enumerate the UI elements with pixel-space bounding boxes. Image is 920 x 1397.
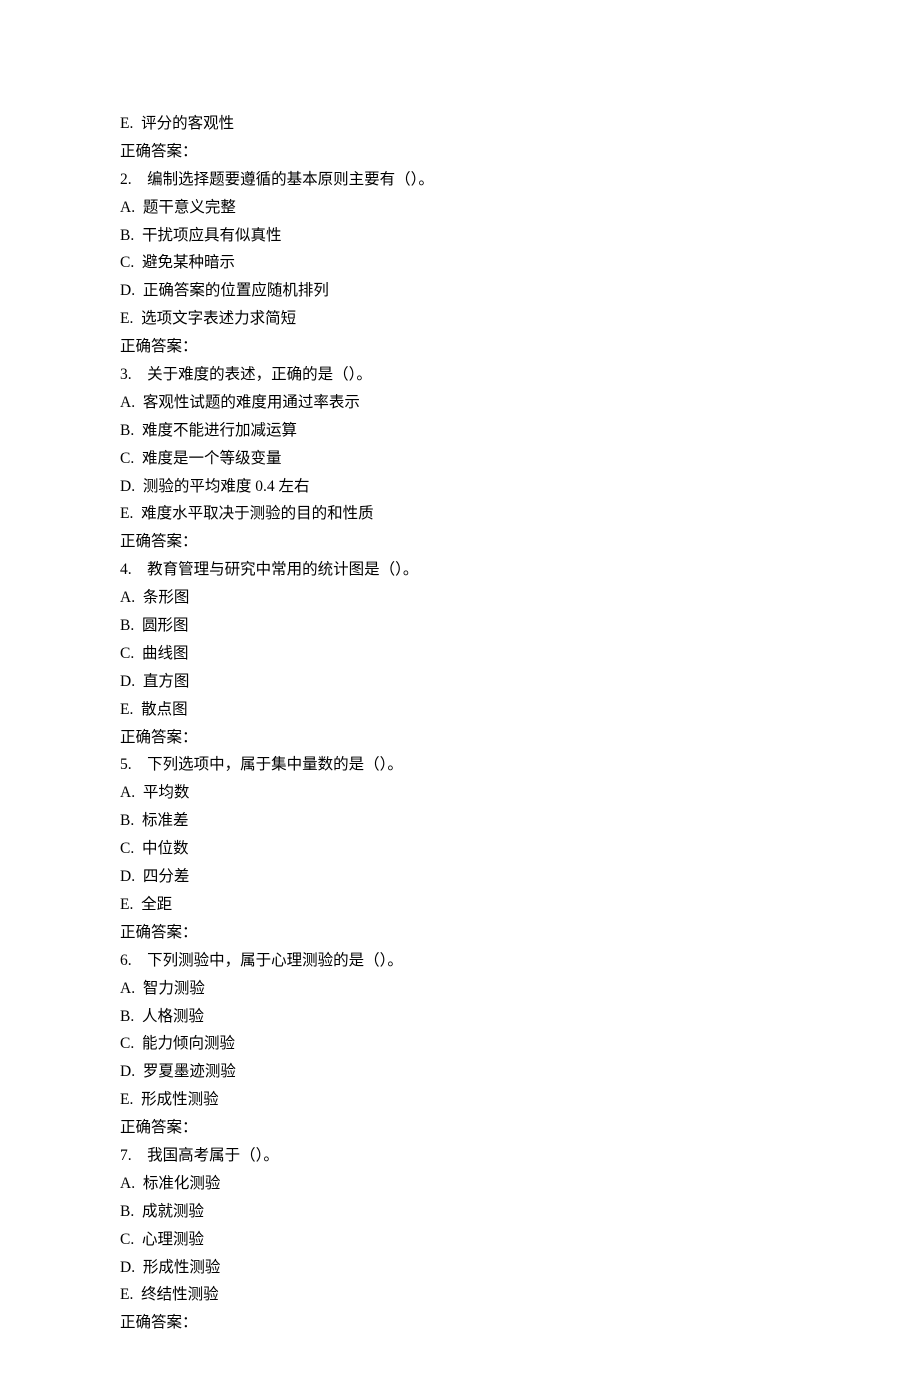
option: E. 全距 — [120, 891, 800, 919]
fragment-option-e: E. 评分的客观性 — [120, 110, 800, 138]
question-number: 5. — [120, 756, 132, 773]
question-number: 6. — [120, 952, 132, 969]
answer-label: 正确答案： — [120, 333, 800, 361]
option: D. 直方图 — [120, 668, 800, 696]
document-page: E. 评分的客观性 正确答案： 2. 编制选择题要遵循的基本原则主要有（）。 A… — [0, 0, 920, 1397]
question-6: 6. 下列测验中，属于心理测验的是（）。 — [120, 947, 800, 975]
question-5: 5. 下列选项中，属于集中量数的是（）。 — [120, 751, 800, 779]
option: A. 客观性试题的难度用通过率表示 — [120, 389, 800, 417]
question-text: 下列测验中，属于心理测验的是（）。 — [147, 952, 403, 969]
option: E. 形成性测验 — [120, 1086, 800, 1114]
option: B. 人格测验 — [120, 1003, 800, 1031]
option: A. 智力测验 — [120, 975, 800, 1003]
option: D. 四分差 — [120, 863, 800, 891]
question-number: 4. — [120, 561, 132, 578]
option: E. 终结性测验 — [120, 1281, 800, 1309]
question-2: 2. 编制选择题要遵循的基本原则主要有（）。 — [120, 166, 800, 194]
option: B. 干扰项应具有似真性 — [120, 222, 800, 250]
question-text: 下列选项中，属于集中量数的是（）。 — [147, 756, 403, 773]
option: C. 心理测验 — [120, 1226, 800, 1254]
option: A. 题干意义完整 — [120, 194, 800, 222]
question-7: 7. 我国高考属于（）。 — [120, 1142, 800, 1170]
option: D. 罗夏墨迹测验 — [120, 1058, 800, 1086]
question-text: 教育管理与研究中常用的统计图是（）。 — [147, 561, 418, 578]
option: D. 测验的平均难度 0.4 左右 — [120, 473, 800, 501]
answer-label: 正确答案： — [120, 1114, 800, 1142]
answer-label: 正确答案： — [120, 724, 800, 752]
answer-label: 正确答案： — [120, 528, 800, 556]
question-number: 2. — [120, 171, 132, 188]
option: B. 标准差 — [120, 807, 800, 835]
option: C. 中位数 — [120, 835, 800, 863]
option: A. 条形图 — [120, 584, 800, 612]
option: C. 曲线图 — [120, 640, 800, 668]
option: C. 难度是一个等级变量 — [120, 445, 800, 473]
option: B. 圆形图 — [120, 612, 800, 640]
question-3: 3. 关于难度的表述，正确的是（）。 — [120, 361, 800, 389]
option: A. 平均数 — [120, 779, 800, 807]
question-text: 编制选择题要遵循的基本原则主要有（）。 — [147, 171, 434, 188]
option: D. 正确答案的位置应随机排列 — [120, 277, 800, 305]
option: E. 散点图 — [120, 696, 800, 724]
answer-label: 正确答案： — [120, 1309, 800, 1337]
option: C. 能力倾向测验 — [120, 1030, 800, 1058]
question-number: 3. — [120, 366, 132, 383]
option: B. 难度不能进行加减运算 — [120, 417, 800, 445]
answer-label: 正确答案： — [120, 919, 800, 947]
question-text: 关于难度的表述，正确的是（）。 — [147, 366, 372, 383]
option: E. 选项文字表述力求简短 — [120, 305, 800, 333]
option: C. 避免某种暗示 — [120, 249, 800, 277]
option: B. 成就测验 — [120, 1198, 800, 1226]
option: E. 难度水平取决于测验的目的和性质 — [120, 500, 800, 528]
option: A. 标准化测验 — [120, 1170, 800, 1198]
question-text: 我国高考属于（）。 — [147, 1147, 279, 1164]
option: D. 形成性测验 — [120, 1254, 800, 1282]
question-number: 7. — [120, 1147, 132, 1164]
fragment-answer: 正确答案： — [120, 138, 800, 166]
question-4: 4. 教育管理与研究中常用的统计图是（）。 — [120, 556, 800, 584]
